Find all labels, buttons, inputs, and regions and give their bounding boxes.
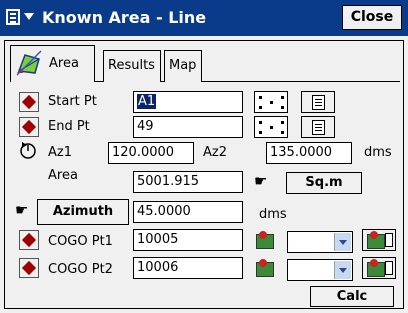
cogo-pt1-combo[interactable] bbox=[287, 231, 353, 253]
map-icon[interactable] bbox=[254, 258, 276, 278]
cogo-pt1-input[interactable]: 10005 bbox=[133, 229, 243, 251]
tab-area[interactable]: Area bbox=[10, 45, 95, 81]
azimuth-button[interactable]: Azimuth bbox=[37, 199, 129, 225]
az1-label: Az1 bbox=[48, 145, 72, 160]
area-chart-icon bbox=[16, 50, 42, 76]
cogo-pt2-combo[interactable] bbox=[287, 259, 353, 281]
map-icon[interactable] bbox=[254, 230, 276, 250]
start-pt-label: Start Pt bbox=[48, 94, 97, 109]
azimuth-units-label: dms bbox=[259, 207, 287, 222]
cogo-pt1-diamond-button[interactable] bbox=[19, 230, 39, 250]
end-pt-input[interactable]: 49 bbox=[133, 116, 243, 138]
cogo-pt2-label: COGO Pt2 bbox=[48, 262, 113, 277]
end-pt-pick-button[interactable] bbox=[254, 116, 288, 138]
cogo-pt2-map-list-button[interactable] bbox=[362, 257, 396, 279]
cogo-pt1-label: COGO Pt1 bbox=[48, 234, 113, 249]
end-pt-diamond-button[interactable] bbox=[19, 117, 39, 137]
end-pt-list-button[interactable] bbox=[301, 116, 335, 138]
end-pt-label: End Pt bbox=[48, 119, 90, 134]
tab-area-label: Area bbox=[49, 56, 79, 71]
rotate-icon[interactable] bbox=[18, 140, 38, 160]
calc-button[interactable]: Calc bbox=[310, 286, 394, 307]
close-button[interactable]: Close bbox=[342, 5, 402, 30]
pointing-hand-icon: ☛ bbox=[254, 172, 268, 190]
pointing-hand-icon: ☛ bbox=[15, 201, 29, 219]
start-pt-pick-button[interactable] bbox=[254, 91, 288, 113]
az-units-label: dms bbox=[364, 145, 392, 160]
start-pt-list-button[interactable] bbox=[301, 91, 335, 113]
az2-label: Az2 bbox=[203, 145, 227, 160]
tab-area-underline-gap bbox=[11, 80, 94, 82]
start-pt-input[interactable]: A1 bbox=[133, 91, 243, 113]
tab-map-label: Map bbox=[169, 58, 197, 73]
chevron-down-icon[interactable] bbox=[334, 233, 351, 251]
area-label: Area bbox=[48, 168, 78, 183]
start-pt-diamond-button[interactable] bbox=[19, 92, 39, 112]
chevron-down-icon[interactable] bbox=[334, 261, 351, 279]
start-pt-value: A1 bbox=[137, 94, 157, 109]
tab-results-label: Results bbox=[108, 58, 155, 73]
cogo-pt2-input[interactable]: 10006 bbox=[133, 257, 243, 279]
cogo-pt2-diamond-button[interactable] bbox=[19, 258, 39, 278]
area-units-button[interactable]: Sq.m bbox=[286, 172, 362, 194]
app-menu-icon[interactable] bbox=[4, 6, 38, 30]
tab-map[interactable]: Map bbox=[164, 50, 202, 82]
cogo-pt1-map-list-button[interactable] bbox=[362, 229, 396, 251]
tab-results[interactable]: Results bbox=[103, 50, 161, 82]
calc-button-label: Calc bbox=[336, 289, 368, 304]
azimuth-input[interactable]: 45.0000 bbox=[133, 201, 243, 223]
az1-input[interactable]: 120.0000 bbox=[108, 142, 194, 164]
window-title: Known Area - Line bbox=[42, 8, 207, 27]
az2-input[interactable]: 135.0000 bbox=[266, 142, 352, 164]
area-input[interactable]: 5001.915 bbox=[133, 171, 243, 193]
